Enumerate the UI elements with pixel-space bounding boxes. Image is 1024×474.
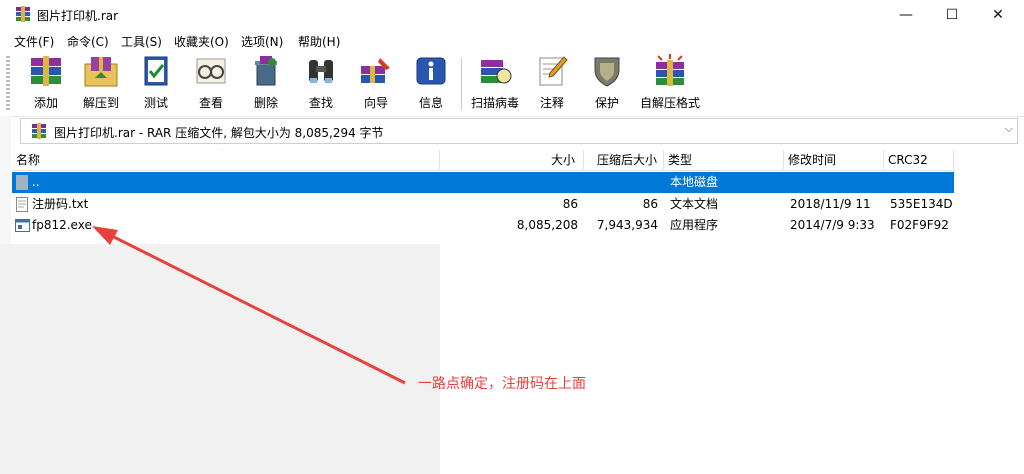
annotation-arrow-icon [92, 226, 406, 385]
annotation-text: 一路点确定，注册码在上面 [418, 376, 586, 392]
